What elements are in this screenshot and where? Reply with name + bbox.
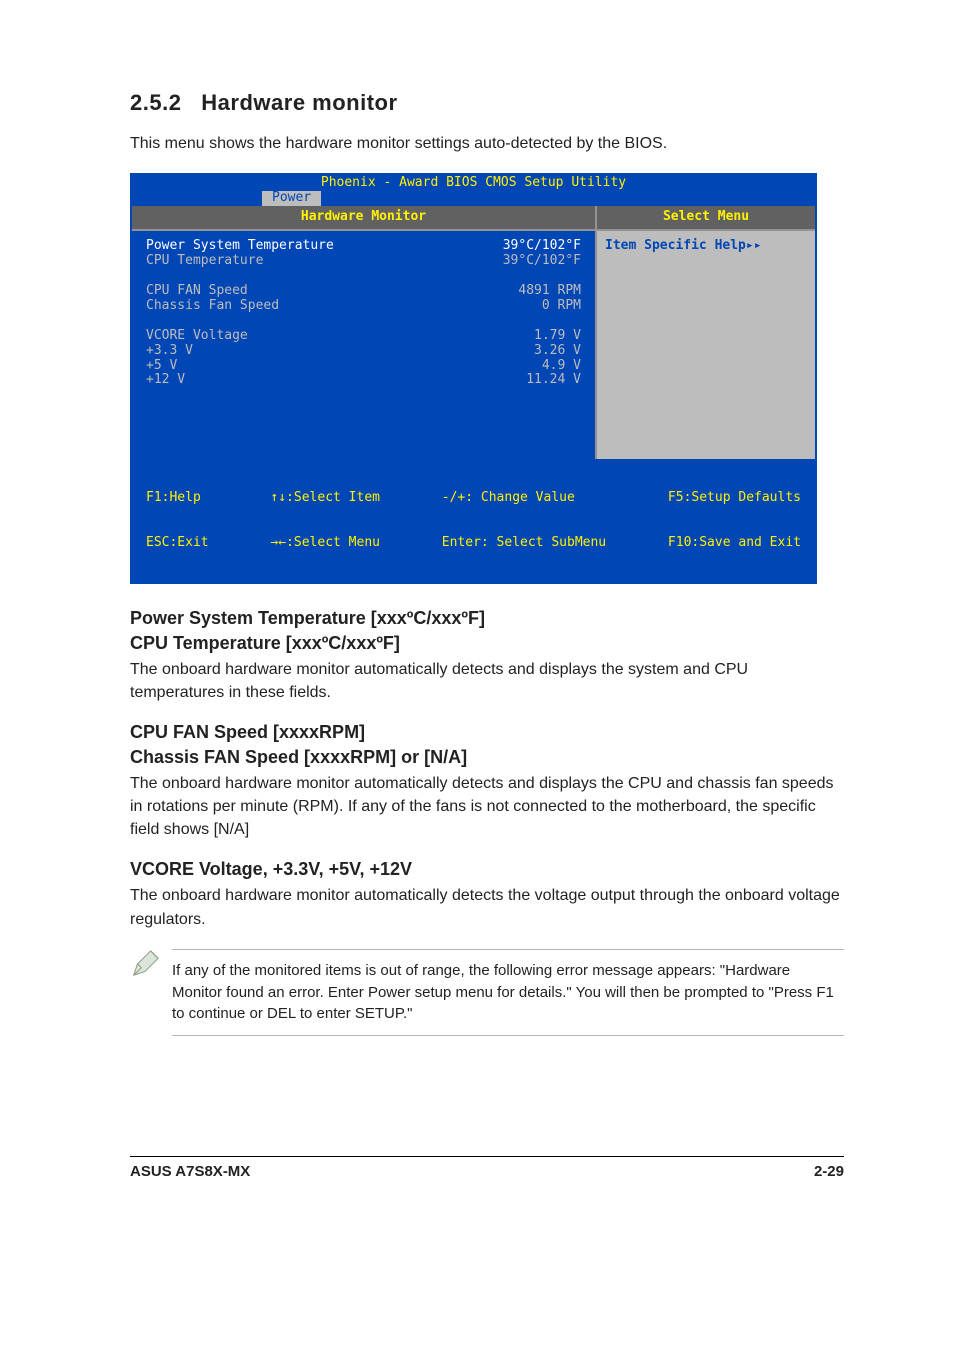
forward-arrow-icon: ▸▸ (746, 238, 762, 253)
section-number: 2.5.2 (130, 90, 181, 115)
bios-screenshot: Phoenix - Award BIOS CMOS Setup Utility … (130, 173, 817, 583)
bios-row-label: Power System Temperature (146, 239, 334, 254)
section-title: Hardware monitor (201, 90, 397, 115)
bios-row-value: 1.79 V (534, 329, 581, 344)
bios-row-label: CPU FAN Speed (146, 284, 248, 299)
section-heading: 2.5.2 Hardware monitor (130, 90, 844, 116)
body-temp: The onboard hardware monitor automatical… (130, 658, 844, 704)
bios-row-value: 4.9 V (542, 359, 581, 374)
legend-esc: ESC:Exit (146, 536, 209, 551)
footer-product: ASUS A7S8X-MX (130, 1163, 250, 1180)
subheading-vcore: VCORE Voltage, +3.3V, +5V, +12V (130, 859, 844, 880)
legend-select-menu: →←:Select Menu (270, 536, 380, 551)
bios-row (146, 314, 581, 329)
bios-right-panel: Select Menu Item Specific Help▸▸ (597, 206, 815, 459)
bios-row-label: +5 V (146, 359, 177, 374)
bios-row-value: 11.24 V (526, 373, 581, 388)
bios-left-header: Hardware Monitor (132, 206, 595, 231)
section-intro: This menu shows the hardware monitor set… (130, 132, 844, 155)
bios-left-panel: Hardware Monitor Power System Temperatur… (132, 206, 597, 459)
body-fan: The onboard hardware monitor automatical… (130, 772, 844, 842)
bios-row-label: VCORE Voltage (146, 329, 248, 344)
bios-legend: F1:Help ESC:Exit ↑↓:Select Item →←:Selec… (132, 459, 815, 582)
subheading-cpu-fan: CPU FAN Speed [xxxxRPM] (130, 722, 844, 743)
bios-row-value: 39°C/102°F (503, 254, 581, 269)
bios-row-value: 4891 RPM (518, 284, 581, 299)
bios-help-text: Item Specific Help (605, 238, 746, 253)
body-vcore: The onboard hardware monitor automatical… (130, 884, 844, 930)
bios-row-label: CPU Temperature (146, 254, 263, 269)
bios-row: Power System Temperature 39°C/102°F (146, 239, 581, 254)
bios-row: CPU Temperature 39°C/102°F (146, 254, 581, 269)
subheading-cpu-temp: CPU Temperature [xxxºC/xxxºF] (130, 633, 844, 654)
subheading-chassis-fan: Chassis FAN Speed [xxxxRPM] or [N/A] (130, 747, 844, 768)
bios-row-value: 39°C/102°F (503, 239, 581, 254)
footer-page: 2-29 (814, 1163, 844, 1180)
bios-row-value: 0 RPM (542, 299, 581, 314)
bios-right-header: Select Menu (597, 206, 815, 231)
bios-utility-title: Phoenix - Award BIOS CMOS Setup Utility (132, 175, 815, 191)
bios-row-value: 3.26 V (534, 344, 581, 359)
bios-row: +3.3 V 3.26 V (146, 344, 581, 359)
bios-row: +5 V 4.9 V (146, 359, 581, 374)
bios-row: +12 V 11.24 V (146, 373, 581, 388)
bios-row-label: +12 V (146, 373, 185, 388)
legend-select-submenu: Enter: Select SubMenu (442, 536, 606, 551)
bios-tab-power: Power (262, 191, 321, 206)
subheading-power-temp: Power System Temperature [xxxºC/xxxºF] (130, 608, 844, 629)
note-text: If any of the monitored items is out of … (172, 949, 844, 1036)
bios-tab-row: Power (132, 191, 815, 206)
bios-row: VCORE Voltage 1.79 V (146, 329, 581, 344)
legend-f10: F10:Save and Exit (668, 536, 801, 551)
legend-change-value: -/+: Change Value (442, 491, 606, 506)
page-footer: ASUS A7S8X-MX 2-29 (130, 1156, 844, 1180)
bios-row (146, 269, 581, 284)
bios-row: Chassis Fan Speed 0 RPM (146, 299, 581, 314)
bios-row-label: Chassis Fan Speed (146, 299, 279, 314)
note-pencil-icon (130, 949, 172, 1036)
legend-f5: F5:Setup Defaults (668, 491, 801, 506)
note-block: If any of the monitored items is out of … (130, 949, 844, 1036)
bios-row-label: +3.3 V (146, 344, 193, 359)
legend-f1: F1:Help (146, 491, 209, 506)
bios-row: CPU FAN Speed 4891 RPM (146, 284, 581, 299)
legend-select-item: ↑↓:Select Item (270, 491, 380, 506)
